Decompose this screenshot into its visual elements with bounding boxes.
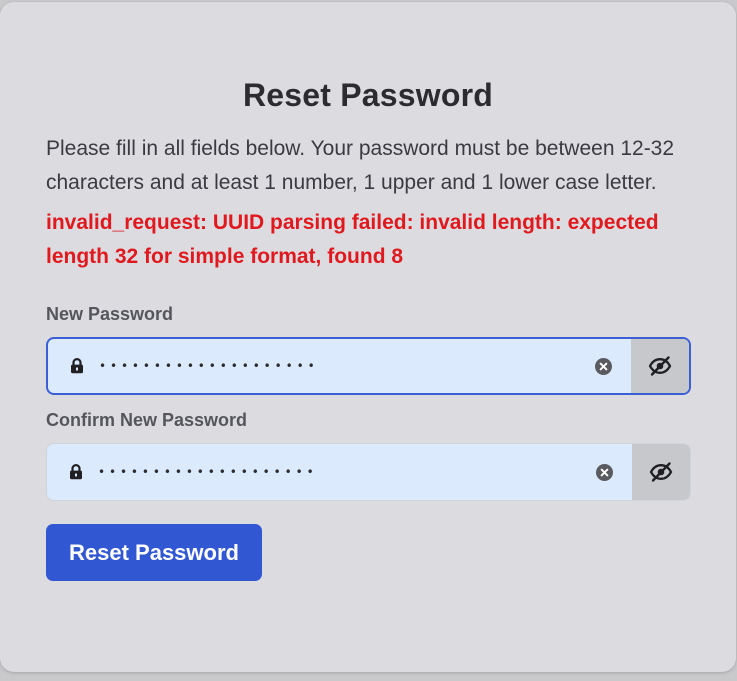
lock-icon (70, 464, 82, 480)
confirm-password-field[interactable]: •••••••••••••••••••• (46, 443, 691, 501)
toggle-visibility-button[interactable] (631, 339, 689, 393)
clear-circle-icon[interactable] (595, 357, 612, 375)
form-description: Please fill in all fields below. Your pa… (46, 137, 675, 194)
reset-password-card: Reset Password Please fill in all fields… (0, 2, 736, 672)
confirm-password-input[interactable]: •••••••••••••••••••• (98, 465, 596, 479)
reset-password-button[interactable]: Reset Password (46, 524, 262, 581)
confirm-password-label: Confirm New Password (46, 410, 248, 430)
error-message: invalid_request: UUID parsing failed: in… (46, 211, 659, 268)
eye-slash-icon (648, 356, 672, 376)
page-title: Reset Password (242, 77, 494, 113)
eye-slash-icon (649, 462, 673, 482)
new-password-label: New Password (46, 304, 174, 324)
lock-icon (71, 358, 83, 374)
clear-circle-icon[interactable] (596, 463, 613, 481)
toggle-visibility-button[interactable] (632, 444, 690, 500)
new-password-input[interactable]: •••••••••••••••••••• (99, 359, 595, 373)
new-password-field[interactable]: •••••••••••••••••••• (46, 337, 691, 395)
